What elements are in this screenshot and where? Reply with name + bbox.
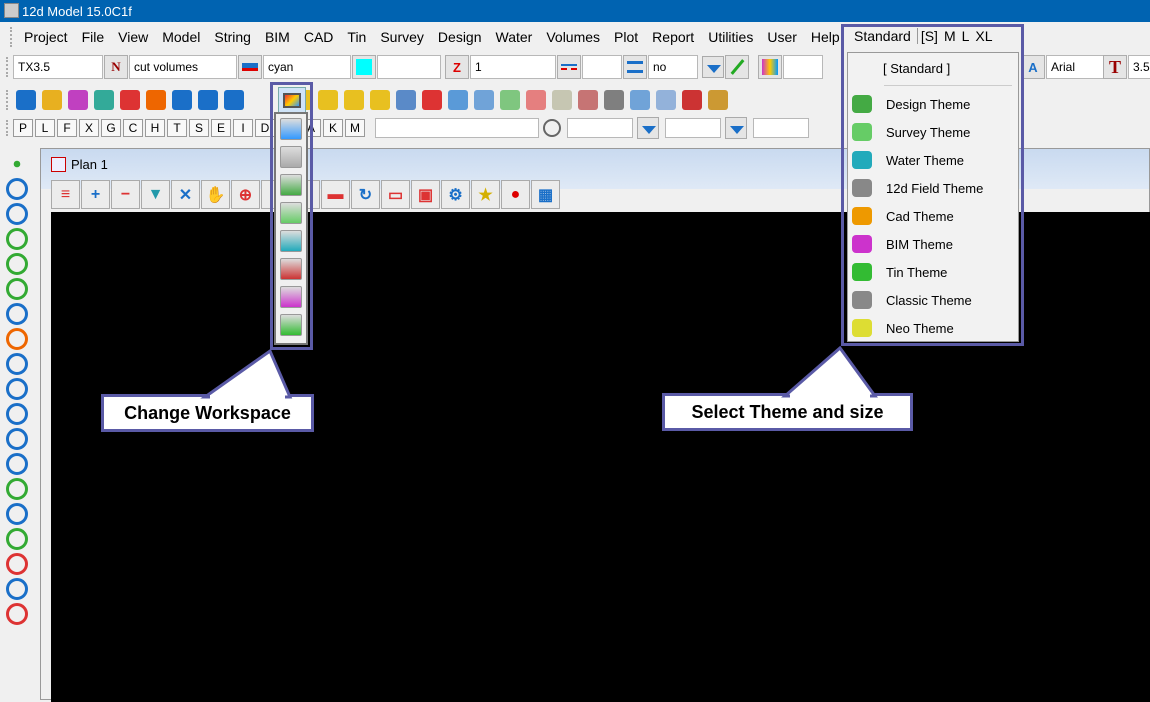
workspace-pointer <box>200 348 293 399</box>
theme-pointer <box>781 345 878 398</box>
callout-pointers <box>200 345 878 401</box>
